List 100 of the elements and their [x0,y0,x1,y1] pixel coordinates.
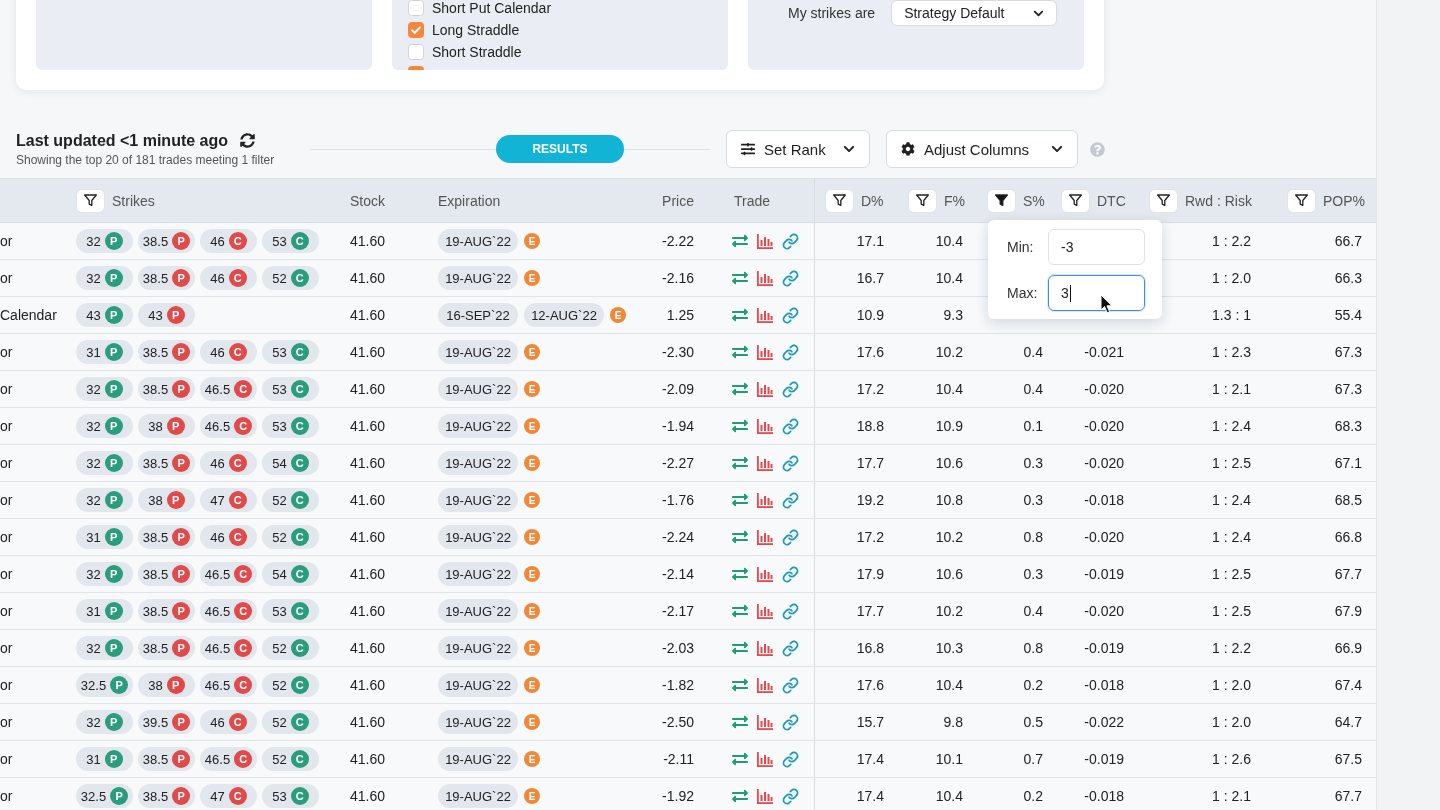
strike-value: 32 [86,233,101,249]
filter-button[interactable] [909,189,936,212]
link-icon[interactable] [782,565,799,583]
link-icon[interactable] [782,639,799,657]
strike-value: 38.5 [142,455,169,471]
bar-chart-icon[interactable] [757,788,773,804]
link-icon[interactable] [782,343,799,361]
bar-chart-icon[interactable] [757,492,773,508]
swap-arrows-icon[interactable] [732,455,748,471]
strike-value: 32 [86,381,101,397]
trade-price: -1.82 [662,677,694,693]
strike-value: 53 [272,603,287,619]
adjust-columns-button[interactable]: Adjust Columns [886,130,1078,168]
bar-chart-icon[interactable] [757,344,773,360]
swap-arrows-icon[interactable] [732,677,748,693]
trade-price: 1.25 [666,307,694,323]
bar-chart-icon[interactable] [757,233,773,249]
strike-value: 31 [86,751,101,767]
bar-chart-icon[interactable] [757,751,773,767]
bar-chart-icon[interactable] [757,529,773,545]
swap-arrows-icon[interactable] [732,788,748,804]
swap-arrows-icon[interactable] [732,307,748,323]
range-input-field[interactable]: -3 [1048,229,1145,265]
stock-price: 41.60 [350,381,386,397]
option-type-badge: C [234,565,253,583]
pop-percent-value: 66.9 [1334,640,1362,656]
link-icon[interactable] [782,491,799,509]
checkbox[interactable] [408,44,424,60]
bar-chart-icon[interactable] [757,566,773,582]
bar-chart-icon[interactable] [757,307,773,323]
results-section-label: RESULTS [496,135,624,163]
swap-arrows-icon[interactable] [732,492,748,508]
earnings-badge: E [524,270,540,286]
filter-button[interactable] [77,189,104,212]
s-percent-value: 0.4 [1023,603,1043,619]
earnings-badge: E [610,307,626,323]
option-type-badge: C [290,491,309,509]
bar-chart-icon[interactable] [757,603,773,619]
swap-arrows-icon[interactable] [732,714,748,730]
swap-arrows-icon[interactable] [732,566,748,582]
filter-button[interactable] [1288,189,1315,212]
bar-chart-icon[interactable] [757,677,773,693]
dtc-value: -0.020 [1084,418,1124,434]
strategy-name: or [0,677,13,693]
strategy-name: or [0,344,13,360]
link-icon[interactable] [782,750,799,768]
refresh-icon[interactable] [240,133,256,148]
swap-arrows-icon[interactable] [732,233,748,249]
link-icon[interactable] [782,602,799,620]
link-icon[interactable] [782,676,799,694]
swap-arrows-icon[interactable] [732,418,748,434]
link-icon[interactable] [782,306,799,324]
strike-value: 31 [86,344,101,360]
link-icon[interactable] [782,787,799,805]
link-icon[interactable] [782,417,799,435]
swap-arrows-icon[interactable] [732,640,748,656]
checkbox[interactable] [408,22,424,38]
f-percent-value: 10.6 [935,455,963,471]
swap-arrows-icon[interactable] [732,603,748,619]
d-percent-value: 17.7 [856,603,884,619]
column-header: S% [1023,192,1045,209]
bar-chart-icon[interactable] [757,381,773,397]
filter-button[interactable] [826,189,853,212]
strike-value: 31 [86,529,101,545]
strike-value: 46 [210,455,225,471]
column-header: Price [662,192,694,209]
swap-arrows-icon[interactable] [732,381,748,397]
link-icon[interactable] [782,269,799,287]
link-icon[interactable] [782,528,799,546]
bar-chart-icon[interactable] [757,640,773,656]
column-header: Expiration [438,192,501,209]
stock-price: 41.60 [350,714,386,730]
option-type-badge: P [172,380,191,398]
checkbox[interactable] [408,0,424,16]
set-rank-button[interactable]: Set Rank [726,130,870,168]
earnings-badge: E [524,455,540,471]
strike-value: 53 [272,788,287,804]
option-type-badge: C [228,713,247,731]
filter-button[interactable] [1062,189,1089,212]
bar-chart-icon[interactable] [757,418,773,434]
swap-arrows-icon[interactable] [732,270,748,286]
link-icon[interactable] [782,232,799,250]
earnings-badge: E [524,381,540,397]
swap-arrows-icon[interactable] [732,344,748,360]
link-icon[interactable] [782,713,799,731]
bar-chart-icon[interactable] [757,270,773,286]
trade-price: -2.11 [663,751,694,767]
swap-arrows-icon[interactable] [732,529,748,545]
f-percent-value: 10.2 [935,529,963,545]
filter-button[interactable] [1150,189,1177,212]
filter-button[interactable] [988,189,1015,212]
option-type-badge: P [104,602,123,620]
bar-chart-icon[interactable] [757,714,773,730]
swap-arrows-icon[interactable] [732,751,748,767]
f-percent-value: 10.6 [935,566,963,582]
strikes-select[interactable]: Strategy Default [891,0,1058,26]
link-icon[interactable] [782,380,799,398]
bar-chart-icon[interactable] [757,455,773,471]
link-icon[interactable] [782,454,799,472]
reward-risk-value: 1 : 2.6 [1212,751,1251,767]
